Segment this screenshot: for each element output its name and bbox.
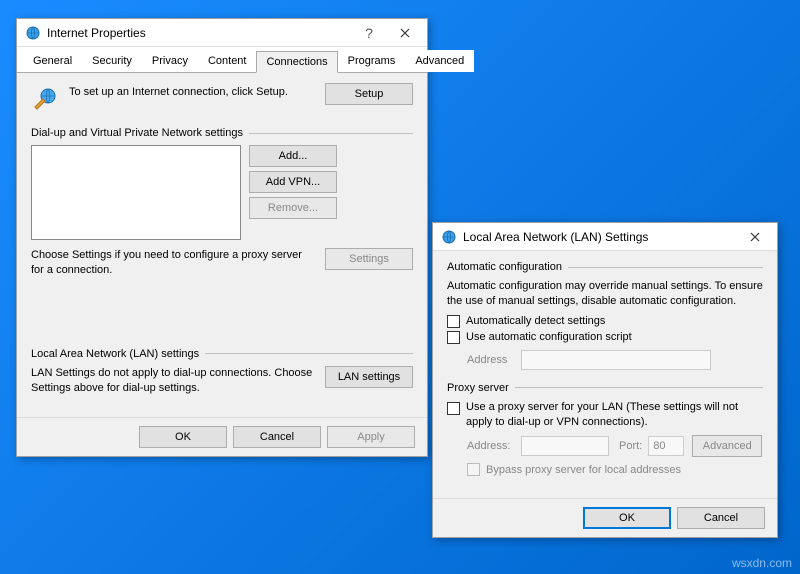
connect-wizard-icon <box>31 83 61 113</box>
lan-settings-window: Local Area Network (LAN) Settings Automa… <box>432 222 778 538</box>
tab-row: General Security Privacy Content Connect… <box>17 47 427 73</box>
lan-ok-button[interactable]: OK <box>583 507 671 529</box>
connections-listbox[interactable] <box>31 145 241 240</box>
proxy-advanced-button: Advanced <box>692 435 762 457</box>
lan-dialog-buttons: OK Cancel <box>433 498 777 537</box>
setup-button[interactable]: Setup <box>325 83 413 105</box>
lan-titlebar: Local Area Network (LAN) Settings <box>433 223 777 251</box>
dialog-buttons: OK Cancel Apply <box>17 417 427 456</box>
lan-settings-button[interactable]: LAN settings <box>325 366 413 388</box>
watermark: wsxdn.com <box>732 556 792 570</box>
ok-button[interactable]: OK <box>139 426 227 448</box>
help-button[interactable]: ? <box>351 22 387 44</box>
add-button[interactable]: Add... <box>249 145 337 167</box>
internet-properties-window: Internet Properties ? General Security P… <box>16 18 428 457</box>
auto-script-label: Use automatic configuration script <box>466 331 632 343</box>
lan-cancel-button[interactable]: Cancel <box>677 507 765 529</box>
tab-programs[interactable]: Programs <box>338 50 406 72</box>
apply-button: Apply <box>327 426 415 448</box>
auto-detect-checkbox[interactable] <box>447 315 460 328</box>
setup-text: To set up an Internet connection, click … <box>69 83 325 99</box>
auto-script-checkbox[interactable] <box>447 331 460 344</box>
proxy-address-input <box>521 436 609 456</box>
lan-body: Automatic configuration Automatic config… <box>433 251 777 498</box>
use-proxy-label: Use a proxy server for your LAN (These s… <box>466 400 763 430</box>
lan-window-title: Local Area Network (LAN) Settings <box>463 230 737 244</box>
tab-content[interactable]: Content <box>198 50 257 72</box>
tab-advanced[interactable]: Advanced <box>405 50 474 72</box>
script-address-label: Address <box>467 354 515 366</box>
cancel-button[interactable]: Cancel <box>233 426 321 448</box>
auto-config-title: Automatic configuration <box>447 261 562 273</box>
auto-config-desc: Automatic configuration may override man… <box>447 279 763 309</box>
internet-options-icon <box>25 25 41 41</box>
tab-security[interactable]: Security <box>82 50 142 72</box>
tab-connections[interactable]: Connections <box>256 51 337 73</box>
tab-privacy[interactable]: Privacy <box>142 50 198 72</box>
lan-settings-text: LAN Settings do not apply to dial-up con… <box>31 366 325 396</box>
connections-panel: To set up an Internet connection, click … <box>17 73 427 417</box>
proxy-port-label: Port: <box>619 440 642 452</box>
auto-detect-label: Automatically detect settings <box>466 315 605 327</box>
lan-close-button[interactable] <box>737 226 773 248</box>
proxy-address-label: Address: <box>467 440 515 452</box>
remove-button: Remove... <box>249 197 337 219</box>
close-button[interactable] <box>387 22 423 44</box>
settings-button: Settings <box>325 248 413 270</box>
window-title: Internet Properties <box>47 26 351 40</box>
bypass-local-checkbox <box>467 463 480 476</box>
add-vpn-button[interactable]: Add VPN... <box>249 171 337 193</box>
titlebar: Internet Properties ? <box>17 19 427 47</box>
proxy-port-input: 80 <box>648 436 684 456</box>
bypass-local-label: Bypass proxy server for local addresses <box>486 464 681 476</box>
script-address-input <box>521 350 711 370</box>
dial-group-title: Dial-up and Virtual Private Network sett… <box>31 127 243 139</box>
lan-group-title: Local Area Network (LAN) settings <box>31 348 199 360</box>
proxy-group-title: Proxy server <box>447 382 509 394</box>
use-proxy-checkbox[interactable] <box>447 402 460 415</box>
lan-globe-icon <box>441 229 457 245</box>
choose-settings-text: Choose Settings if you need to configure… <box>31 248 325 278</box>
tab-general[interactable]: General <box>23 50 82 72</box>
